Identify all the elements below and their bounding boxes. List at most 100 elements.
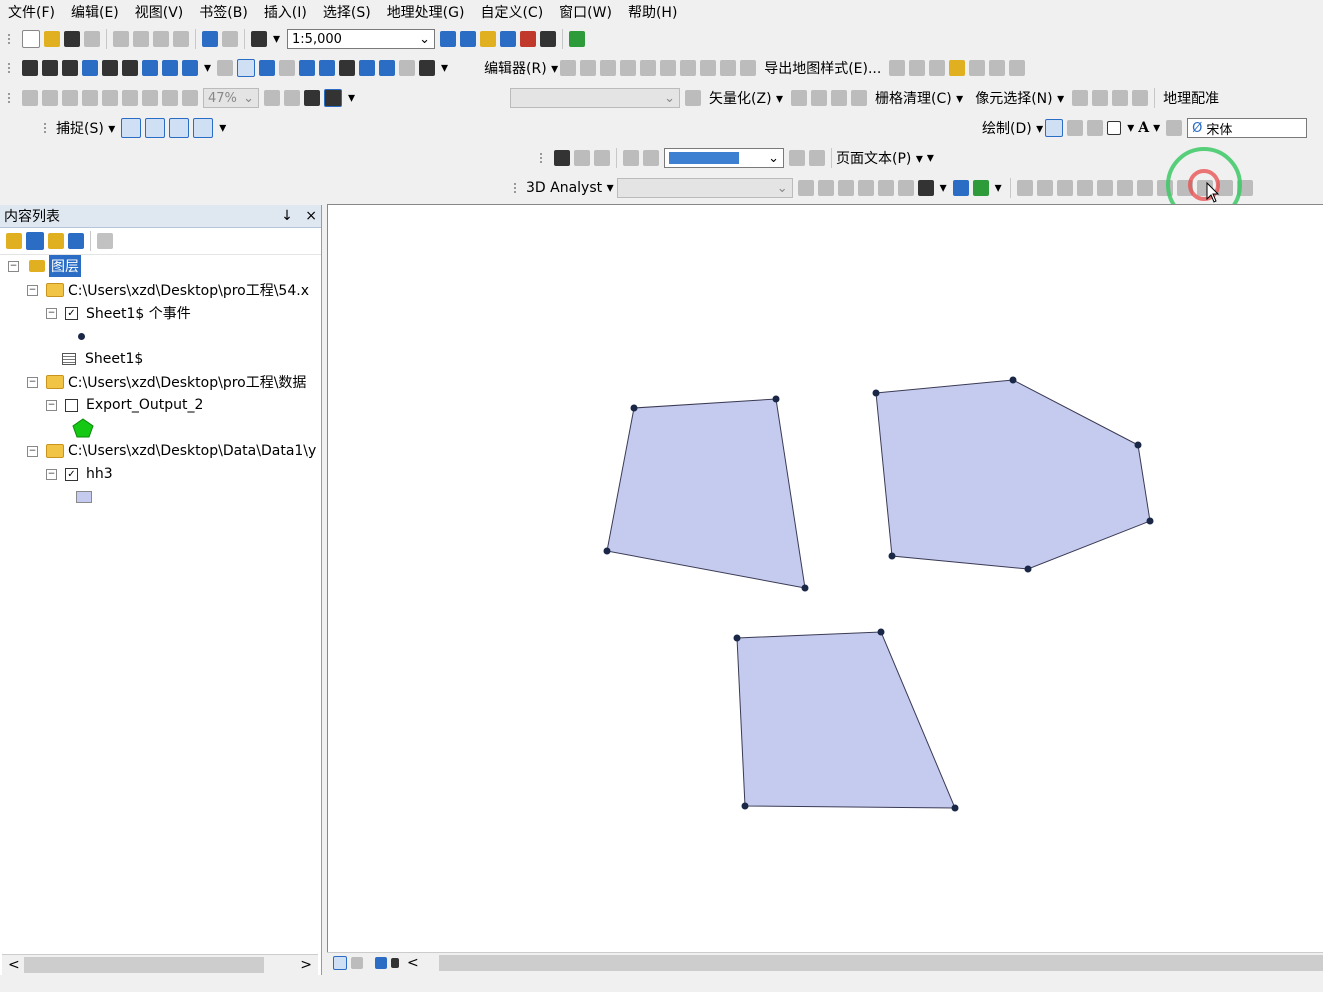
- pause-drawing-icon[interactable]: [391, 958, 399, 968]
- layout-zoom-combo[interactable]: 47% ⌄: [203, 88, 259, 108]
- cut-polygons-icon[interactable]: [720, 60, 737, 76]
- page-text-menu[interactable]: 页面文本(P) ▾: [836, 148, 923, 168]
- refresh-view-icon[interactable]: [375, 957, 387, 969]
- back-arrow-icon[interactable]: [142, 60, 158, 76]
- ddp-refresh-icon[interactable]: [574, 150, 590, 166]
- snapping-menu[interactable]: 捕捉(S) ▾: [56, 118, 115, 138]
- list-by-visibility-icon[interactable]: [48, 233, 64, 249]
- polygon-feature-3[interactable]: [736, 631, 956, 809]
- point-snap-icon[interactable]: [121, 118, 142, 138]
- create-features-icon[interactable]: [949, 60, 966, 76]
- layer-hh3[interactable]: − ✓ hh3: [46, 463, 113, 485]
- identify-icon[interactable]: [259, 60, 276, 76]
- collapse-icon[interactable]: −: [46, 468, 57, 480]
- menu-file[interactable]: 文件(F): [0, 2, 63, 22]
- zoom-in-icon[interactable]: [22, 60, 38, 76]
- toc-options-icon[interactable]: [97, 233, 113, 249]
- toggle-draft-mode-icon[interactable]: [264, 90, 280, 106]
- cut-icon[interactable]: [113, 31, 129, 47]
- menu-view[interactable]: 视图(V): [127, 2, 192, 22]
- split-icon[interactable]: [740, 60, 757, 76]
- toolbar-grip[interactable]: [8, 34, 16, 44]
- end-snap-icon[interactable]: [145, 118, 166, 138]
- vertex[interactable]: [877, 628, 885, 636]
- layer-export-output[interactable]: − Export_Output_2: [46, 394, 203, 416]
- first-page-icon[interactable]: [623, 150, 639, 166]
- topology-edit-icon[interactable]: [1056, 180, 1073, 196]
- paste-icon[interactable]: [153, 31, 169, 47]
- copy-icon[interactable]: [133, 31, 149, 47]
- data-driven-pages-icon[interactable]: [324, 89, 342, 107]
- pin-icon[interactable]: ↓: [281, 208, 293, 224]
- menu-window[interactable]: 窗口(W): [551, 2, 620, 22]
- previous-extent-layout-icon[interactable]: [162, 90, 178, 106]
- list-by-selection-icon[interactable]: [68, 233, 84, 249]
- map-topology-icon[interactable]: [1036, 180, 1053, 196]
- polygon-fill-symbol[interactable]: [76, 486, 92, 508]
- modify-edge-icon[interactable]: [1116, 180, 1133, 196]
- align-edge-icon[interactable]: [1136, 180, 1153, 196]
- vertex[interactable]: [801, 584, 809, 592]
- cell-add-icon[interactable]: [1092, 90, 1109, 106]
- undo-icon[interactable]: [202, 31, 218, 47]
- edge-snap-icon[interactable]: [193, 118, 214, 138]
- map-scroll-left-icon[interactable]: <: [407, 955, 419, 971]
- rectangle-icon[interactable]: [1107, 121, 1122, 135]
- group-1[interactable]: − C:\Users\xzd\Desktop\pro工程\54.x: [27, 279, 309, 301]
- polygon-feature-1[interactable]: [606, 398, 806, 589]
- search-window-icon[interactable]: [500, 31, 517, 47]
- previous-page-icon[interactable]: [643, 150, 659, 166]
- measure-icon[interactable]: [319, 60, 336, 76]
- text-a-icon[interactable]: A: [1138, 120, 1149, 136]
- list-by-source-icon[interactable]: [26, 232, 44, 250]
- scroll-left-icon[interactable]: <: [8, 957, 20, 973]
- layout-pan-icon[interactable]: [62, 90, 78, 106]
- collapse-icon[interactable]: −: [27, 445, 38, 457]
- vertex[interactable]: [603, 547, 611, 555]
- open-folder-icon[interactable]: [44, 31, 60, 47]
- pencil-icon[interactable]: [831, 90, 848, 106]
- new-document-icon[interactable]: [22, 30, 40, 48]
- cell-remove-icon[interactable]: [1112, 90, 1129, 106]
- profile-graph-icon[interactable]: [917, 180, 934, 196]
- vertex[interactable]: [630, 404, 638, 412]
- menu-bookmarks[interactable]: 书签(B): [191, 2, 256, 22]
- collapse-icon[interactable]: −: [46, 307, 57, 319]
- vertex[interactable]: [1134, 441, 1142, 449]
- time-slider-icon[interactable]: [399, 60, 416, 76]
- reshape-edge-icon[interactable]: [1096, 180, 1113, 196]
- layout-zoom-out-icon[interactable]: [42, 90, 58, 106]
- raster-cleanup-menu[interactable]: 栅格清理(C) ▾: [875, 88, 963, 108]
- line-of-sight-icon[interactable]: [837, 180, 854, 196]
- layout-zoom-in-icon[interactable]: [22, 90, 38, 106]
- vertex[interactable]: [872, 389, 880, 397]
- editor-menu[interactable]: 编辑器(R) ▾: [484, 58, 558, 78]
- reshape-icon[interactable]: [700, 60, 717, 76]
- font-combo[interactable]: Ø 宋体: [1187, 118, 1308, 138]
- layout-view-icon[interactable]: [351, 957, 363, 969]
- pan-hand-icon[interactable]: [62, 60, 78, 76]
- focus-data-frame-icon[interactable]: [284, 90, 300, 106]
- draw-menu[interactable]: 绘制(D) ▾: [982, 118, 1043, 138]
- change-layout-icon[interactable]: [304, 90, 320, 106]
- select-elements-arrow-icon[interactable]: [237, 59, 256, 77]
- vertex[interactable]: [1009, 376, 1017, 384]
- menu-geoprocessing[interactable]: 地理处理(G): [379, 2, 473, 22]
- show-shared-features-icon[interactable]: [1076, 180, 1093, 196]
- vertex[interactable]: [951, 804, 959, 812]
- interpolate-line-icon[interactable]: [877, 180, 894, 196]
- attributes-icon[interactable]: [909, 60, 926, 76]
- vertex[interactable]: [772, 395, 780, 403]
- vertex[interactable]: [741, 802, 749, 810]
- layer-visibility-checkbox[interactable]: ✓: [65, 467, 78, 481]
- save-icon[interactable]: [64, 31, 80, 47]
- list-by-drawing-order-icon[interactable]: [6, 233, 22, 249]
- edit-tool2-icon[interactable]: [969, 60, 986, 76]
- steepest-path-icon[interactable]: [817, 180, 834, 196]
- table-sheet1[interactable]: Sheet1$: [62, 348, 143, 370]
- find-route-icon[interactable]: [359, 60, 376, 76]
- toc-window-icon[interactable]: [460, 31, 477, 47]
- polygon-pentagon-symbol[interactable]: [72, 417, 94, 439]
- collapse-icon[interactable]: −: [8, 260, 19, 272]
- end-point-arc-icon[interactable]: [620, 60, 637, 76]
